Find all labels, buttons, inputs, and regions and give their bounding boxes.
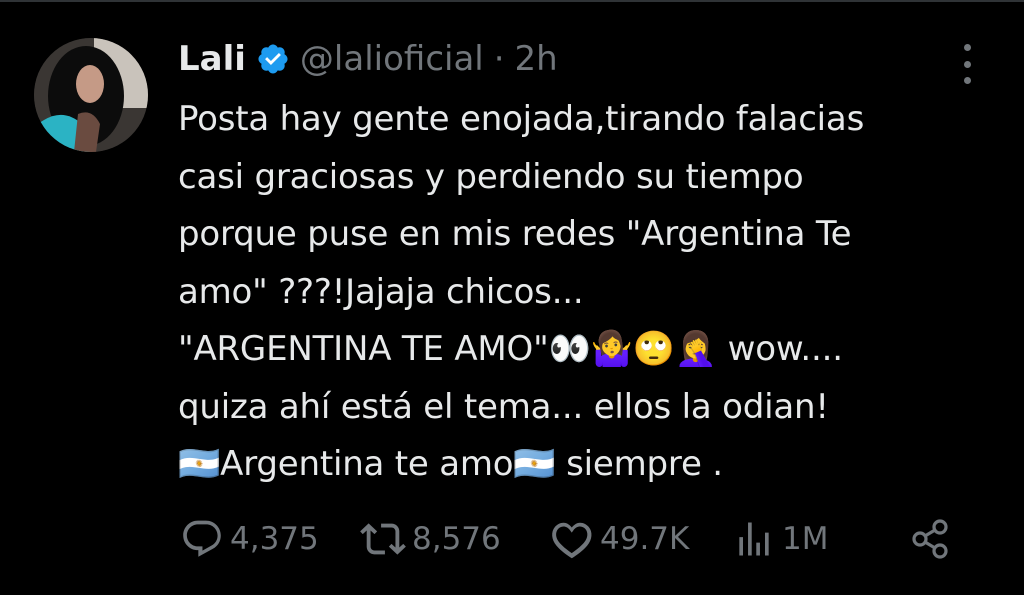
tweet-actions: 4,375 8,576 49.7K 1M (180, 516, 960, 562)
top-divider (0, 0, 1024, 2)
retweet-button[interactable]: 8,576 (360, 516, 548, 562)
share-button[interactable] (908, 516, 954, 562)
avatar[interactable] (34, 38, 148, 152)
verified-badge-icon (258, 44, 288, 74)
reply-icon (183, 520, 221, 557)
views-icon (739, 522, 769, 556)
retweet-count: 8,576 (412, 521, 501, 557)
author-name[interactable]: Lali (178, 36, 246, 82)
views-button[interactable]: 1M (732, 517, 872, 561)
avatar-image (34, 38, 148, 152)
share-icon (912, 519, 948, 559)
meta-separator: · (493, 39, 505, 79)
tweet-header: Lali @lalioficial · 2h (178, 36, 558, 82)
reply-button[interactable]: 4,375 (180, 517, 360, 561)
like-icon (552, 522, 592, 559)
more-options-icon[interactable] (954, 42, 980, 86)
like-count: 49.7K (600, 521, 690, 557)
tweet-timestamp[interactable]: 2h (515, 36, 558, 82)
tweet-text: Posta hay gente enojada,tirando falacias… (178, 99, 865, 484)
reply-count: 4,375 (230, 521, 319, 557)
retweet-icon (360, 523, 406, 555)
views-count: 1M (782, 521, 829, 557)
author-handle[interactable]: @lalioficial (300, 36, 484, 82)
like-button[interactable]: 49.7K (548, 516, 732, 562)
